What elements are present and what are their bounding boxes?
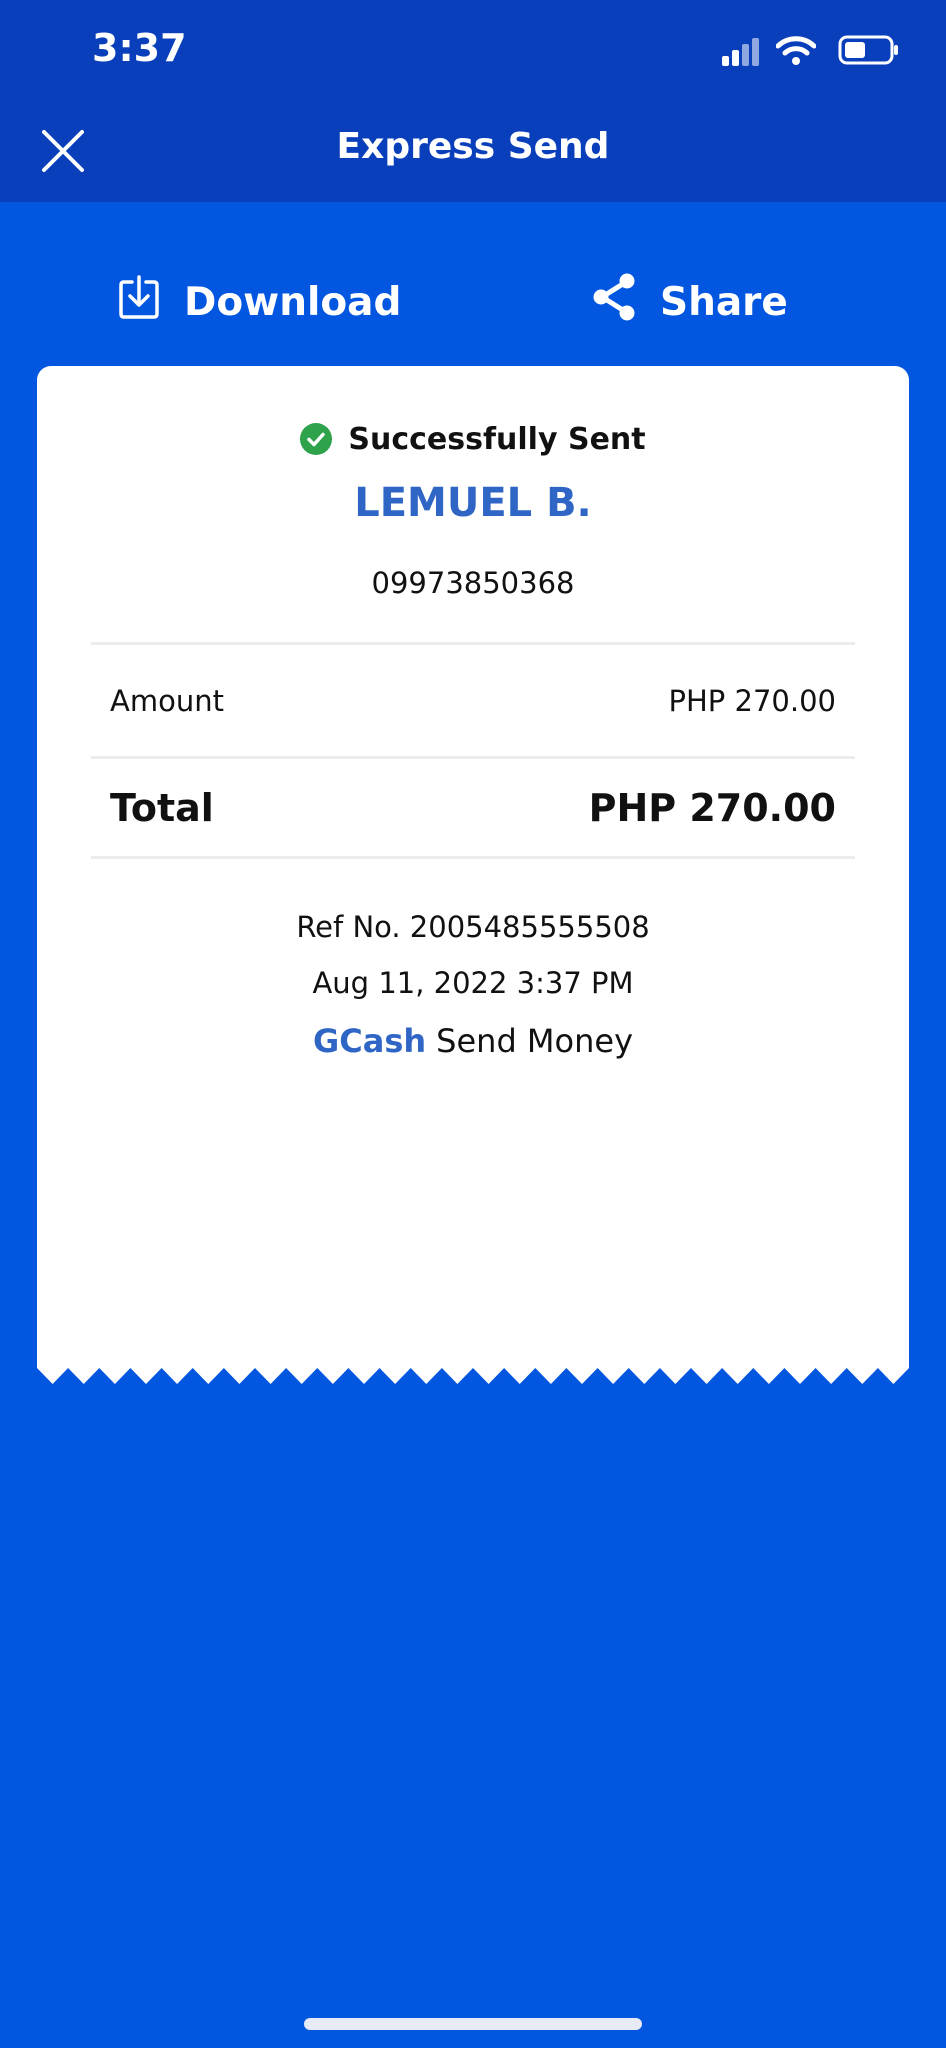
recipient-number: 09973850368: [371, 566, 575, 600]
divider: [91, 756, 855, 759]
total-label: Total: [110, 786, 214, 830]
amount-row: Amount PHP 270.00: [110, 684, 836, 718]
receipt-torn-edge: [37, 1364, 909, 1384]
gcash-logo-text: GCash: [312, 1022, 427, 1060]
battery-icon: [838, 35, 898, 65]
total-row: Total PHP 270.00: [110, 786, 836, 830]
success-status: Successfully Sent: [37, 422, 909, 457]
reference-number: Ref No. 2005485555508: [296, 910, 650, 944]
recipient-name: LEMUEL B.: [354, 480, 592, 526]
divider: [91, 856, 855, 859]
divider: [91, 642, 855, 645]
download-label: Download: [184, 279, 402, 325]
status-time: 3:37: [92, 26, 187, 70]
success-text: Successfully Sent: [348, 422, 646, 457]
signal-icon: [722, 38, 759, 66]
share-icon: [592, 273, 636, 331]
download-icon: [118, 274, 160, 330]
top-bar: 3:37 Express Send: [0, 0, 946, 202]
total-value: PHP 270.00: [588, 786, 836, 830]
service-name: Send Money: [436, 1022, 634, 1060]
brand-line: GCash Send Money: [37, 1022, 909, 1060]
check-circle-icon: [300, 423, 333, 455]
share-label: Share: [660, 279, 788, 325]
download-button[interactable]: Download: [118, 274, 402, 330]
amount-value: PHP 270.00: [668, 684, 836, 718]
amount-label: Amount: [110, 684, 224, 718]
page-title: Express Send: [336, 126, 610, 167]
receipt-card: Successfully Sent LEMUEL B. 09973850368 …: [37, 366, 909, 1368]
wifi-icon: [776, 36, 816, 65]
share-button[interactable]: Share: [592, 273, 788, 331]
transaction-datetime: Aug 11, 2022 3:37 PM: [312, 966, 634, 1000]
home-indicator: [304, 2018, 642, 2030]
